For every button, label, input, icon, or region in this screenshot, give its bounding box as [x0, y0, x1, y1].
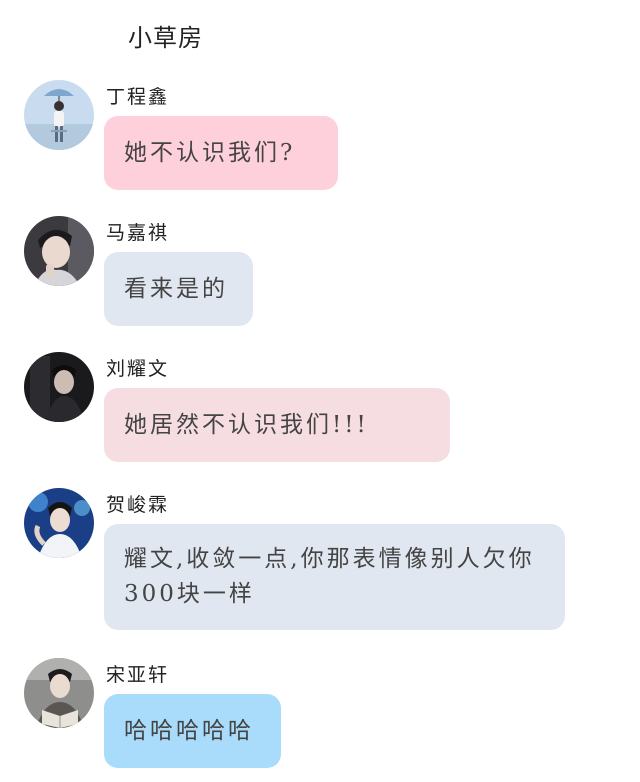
person-portrait-avatar — [24, 216, 94, 286]
chat-message: 丁程鑫 她不认识我们? — [0, 80, 640, 190]
avatar[interactable] — [24, 352, 94, 422]
message-text: 她居然不认识我们!!! — [124, 411, 369, 438]
message-text: 看来是的 — [124, 275, 228, 302]
sender-name: 丁程鑫 — [106, 86, 170, 108]
message-bubble[interactable]: 哈哈哈哈哈 — [104, 694, 281, 768]
message-text: 耀文,收敛一点,你那表情像别人欠你300块一样 — [124, 546, 535, 607]
sender-name: 宋亚轩 — [106, 664, 170, 686]
avatar[interactable] — [24, 80, 94, 150]
sender-name: 刘耀文 — [106, 358, 170, 380]
message-text: 她不认识我们? — [124, 139, 296, 166]
message-bubble[interactable]: 耀文,收敛一点,你那表情像别人欠你300块一样 — [104, 524, 565, 630]
sender-name: 马嘉祺 — [106, 222, 170, 244]
chat-message: 马嘉祺 看来是的 — [0, 216, 640, 326]
chat-message: 刘耀文 她居然不认识我们!!! — [0, 352, 640, 462]
message-bubble[interactable]: 她居然不认识我们!!! — [104, 388, 450, 462]
message-bubble[interactable]: 她不认识我们? — [104, 116, 338, 190]
message-text: 哈哈哈哈哈 — [124, 717, 254, 744]
message-bubble[interactable]: 看来是的 — [104, 252, 253, 326]
person-reading-avatar — [24, 658, 94, 728]
person-dark-avatar — [24, 352, 94, 422]
avatar[interactable] — [24, 658, 94, 728]
person-stage-avatar — [24, 488, 94, 558]
avatar[interactable] — [24, 488, 94, 558]
chat-title: 小草房 — [128, 24, 203, 52]
person-with-umbrella-avatar — [24, 80, 94, 150]
chat-message: 贺峻霖 耀文,收敛一点,你那表情像别人欠你300块一样 — [0, 488, 640, 638]
sender-name: 贺峻霖 — [106, 494, 170, 516]
avatar[interactable] — [24, 216, 94, 286]
chat-message: 宋亚轩 哈哈哈哈哈 — [0, 658, 640, 773]
